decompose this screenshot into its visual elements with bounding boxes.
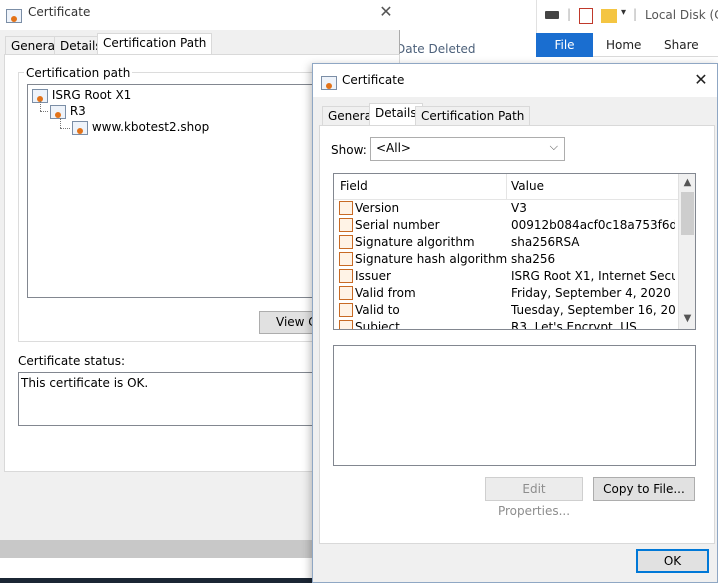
- properties-check-icon[interactable]: [579, 8, 593, 24]
- dialog-title: Certificate: [28, 5, 91, 19]
- separator: |: [633, 7, 638, 21]
- show-dropdown[interactable]: <All> ⌵: [370, 137, 565, 161]
- fields-list[interactable]: Field Value Version V3 Serial number 009…: [333, 173, 696, 330]
- certification-path-tree[interactable]: ISRG Root X1 R3 www.kbotest2.shop: [27, 84, 319, 298]
- list-row[interactable]: Valid to Tuesday, September 16, 2025...: [334, 302, 678, 319]
- close-icon[interactable]: ✕: [691, 70, 711, 90]
- field-name: Signature hash algorithm: [355, 252, 508, 266]
- tree-node-label: www.kbotest2.shop: [91, 120, 210, 134]
- close-icon[interactable]: ✕: [376, 2, 396, 22]
- field-icon: [339, 303, 353, 317]
- field-name: Version: [355, 201, 400, 215]
- field-name: Valid to: [355, 303, 400, 317]
- list-row[interactable]: Valid from Friday, September 4, 2020 9:.…: [334, 285, 678, 302]
- tab-certification-path[interactable]: Certification Path: [415, 106, 531, 126]
- column-divider[interactable]: [506, 174, 507, 200]
- ok-button[interactable]: OK: [636, 549, 709, 573]
- scroll-thumb[interactable]: [681, 192, 694, 235]
- field-value: Tuesday, September 16, 2025...: [511, 303, 675, 317]
- explorer-path-title: Local Disk (C:: [645, 8, 718, 22]
- tab-home[interactable]: Home: [606, 33, 641, 57]
- field-value: sha256RSA: [511, 235, 580, 249]
- quick-access-dropdown-icon[interactable]: ▾: [621, 7, 626, 18]
- separator: |: [567, 7, 572, 21]
- column-header-field[interactable]: Field: [340, 179, 368, 193]
- field-icon: [339, 252, 353, 266]
- group-label: Certification path: [24, 66, 133, 80]
- title-bar: Certificate ✕: [313, 64, 717, 97]
- field-value: R3, Let's Encrypt, US: [511, 320, 637, 330]
- certificate-icon: [6, 8, 22, 23]
- certificate-icon: [321, 75, 337, 90]
- certificate-status-label: Certificate status:: [18, 354, 126, 368]
- field-value: Friday, September 4, 2020 9:...: [511, 286, 675, 300]
- field-icon: [339, 235, 353, 249]
- field-name: Signature algorithm: [355, 235, 475, 249]
- list-row[interactable]: Signature hash algorithm sha256: [334, 251, 678, 268]
- tree-connector: [60, 118, 61, 128]
- tree-connector: [40, 111, 48, 112]
- scroll-up-arrow-icon[interactable]: ▲: [679, 176, 695, 190]
- list-row[interactable]: Version V3: [334, 200, 678, 217]
- certificate-icon: [50, 104, 66, 119]
- field-detail-box[interactable]: [333, 345, 696, 466]
- field-value: sha256: [511, 252, 556, 266]
- tab-certification-path[interactable]: Certification Path: [97, 33, 213, 56]
- title-bar: Certificate ✕: [0, 0, 400, 30]
- tree-node-label: ISRG Root X1: [51, 88, 132, 102]
- column-header-value[interactable]: Value: [511, 179, 544, 193]
- tree-node-label: R3: [69, 104, 86, 118]
- field-name: Subject: [355, 320, 400, 330]
- field-value: 00912b084acf0c18a753f6d62...: [511, 218, 675, 232]
- scroll-down-arrow-icon[interactable]: ▼: [679, 312, 695, 326]
- tree-node-leaf[interactable]: www.kbotest2.shop: [72, 119, 209, 135]
- show-dropdown-value: <All>: [376, 141, 411, 155]
- field-name: Issuer: [355, 269, 391, 283]
- field-value: V3: [511, 201, 527, 215]
- dialog-title: Certificate: [342, 73, 405, 87]
- list-row[interactable]: Signature algorithm sha256RSA: [334, 234, 678, 251]
- tab-file[interactable]: File: [536, 33, 593, 57]
- tree-node-root[interactable]: ISRG Root X1: [32, 87, 131, 103]
- list-header: Field Value: [334, 174, 678, 200]
- field-icon: [339, 269, 353, 283]
- certificate-dialog-front: Certificate ✕ General Details Certificat…: [312, 63, 718, 583]
- list-row[interactable]: Serial number 00912b084acf0c18a753f6d62.…: [334, 217, 678, 234]
- chevron-down-icon: ⌵: [549, 140, 558, 153]
- certificate-icon: [72, 120, 88, 135]
- copy-to-file-button[interactable]: Copy to File...: [593, 477, 695, 501]
- tab-share[interactable]: Share: [664, 33, 699, 57]
- list-row[interactable]: Subject R3, Let's Encrypt, US: [334, 319, 678, 330]
- field-value: ISRG Root X1, Internet Securi...: [511, 269, 675, 283]
- field-icon: [339, 201, 353, 215]
- tree-connector: [60, 128, 70, 129]
- vertical-scrollbar[interactable]: ▲ ▼: [678, 174, 695, 329]
- list-row[interactable]: Issuer ISRG Root X1, Internet Securi...: [334, 268, 678, 285]
- field-name: Valid from: [355, 286, 416, 300]
- certificate-status-box: This certificate is OK.: [18, 372, 320, 426]
- show-label: Show:: [331, 143, 367, 157]
- edit-properties-button[interactable]: Edit Properties...: [485, 477, 583, 518]
- field-icon: [339, 286, 353, 300]
- drive-icon[interactable]: [545, 11, 559, 19]
- field-name: Serial number: [355, 218, 440, 232]
- tree-connector: [40, 101, 41, 111]
- field-icon: [339, 218, 353, 232]
- explorer-titlebar: | ▾ | Local Disk (C:: [536, 0, 718, 33]
- folder-icon[interactable]: [601, 9, 617, 23]
- tree-node-intermediate[interactable]: R3: [50, 103, 86, 119]
- certificate-status-text: This certificate is OK.: [21, 376, 149, 390]
- column-header-date-deleted[interactable]: Date Deleted: [396, 42, 476, 56]
- field-icon: [339, 320, 353, 329]
